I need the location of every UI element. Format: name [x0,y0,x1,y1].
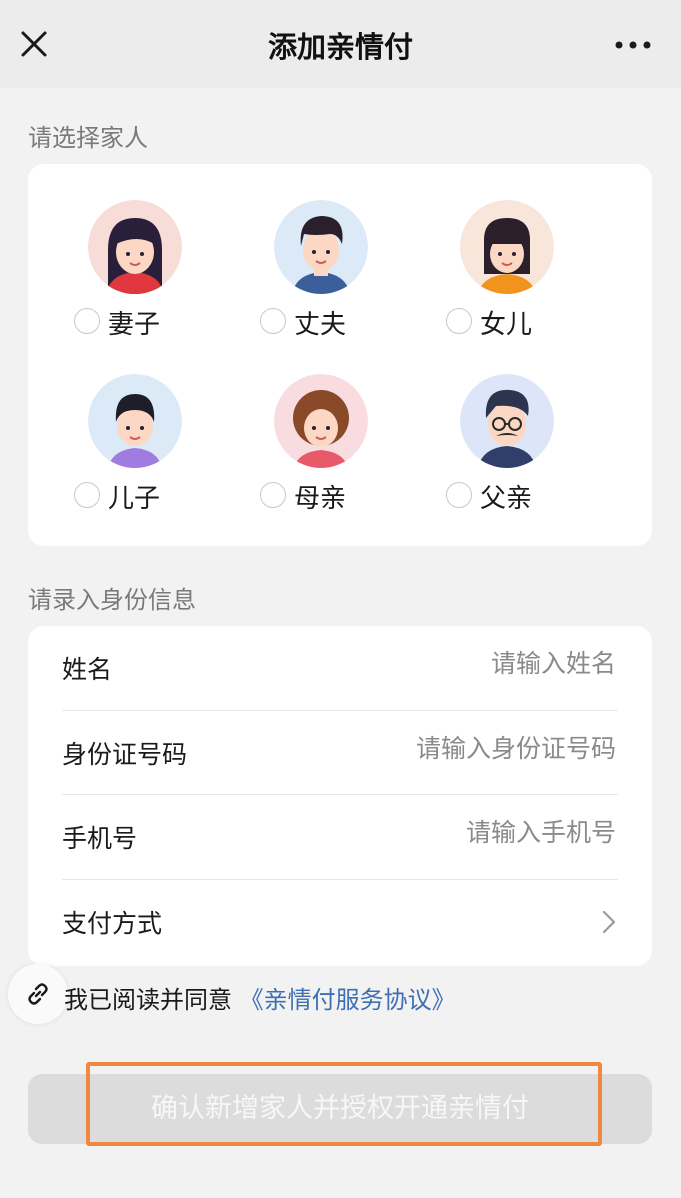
name-label: 姓名 [62,655,113,684]
more-icon[interactable] [613,30,653,60]
phone-row: 手机号 [62,795,618,879]
father-avatar-icon [460,374,554,468]
daughter-avatar-icon [460,200,554,294]
link-button[interactable] [8,964,68,1024]
member-name-daughter: 女儿 [480,310,533,340]
family-member-father[interactable]: 父亲 [412,374,602,534]
name-input[interactable] [314,648,618,679]
identity-card: 姓名 身份证号码 手机号 支付方式 [28,626,652,966]
page-title: 添加亲情付 [267,30,413,64]
phone-label: 手机号 [62,824,138,853]
id-number-label: 身份证号码 [62,740,188,769]
family-member-son[interactable]: 儿子 [40,374,230,534]
agreement-prefix: 我已阅读并同意 [64,986,232,1014]
family-member-husband[interactable]: 丈夫 [226,200,416,360]
confirm-add-family-button[interactable]: 确认新增家人并授权开通亲情付 [28,1074,652,1144]
member-name-son: 儿子 [108,484,161,514]
son-avatar-icon [88,374,182,468]
radio-mother[interactable] [260,482,286,508]
radio-husband[interactable] [260,308,286,334]
nav-bar: 添加亲情付 [0,0,681,88]
wife-avatar-icon [88,200,182,294]
radio-wife[interactable] [74,308,100,334]
member-name-husband: 丈夫 [294,310,347,340]
radio-son[interactable] [74,482,100,508]
radio-daughter[interactable] [446,308,472,334]
mother-avatar-icon [274,374,368,468]
id-number-input[interactable] [314,733,618,764]
member-name-wife: 妻子 [108,310,161,340]
service-agreement-link[interactable]: 《亲情付服务协议》 [240,986,456,1014]
family-member-daughter[interactable]: 女儿 [412,200,602,360]
identity-section-label: 请录入身份信息 [28,586,196,614]
member-name-father: 父亲 [480,484,533,514]
chevron-right-icon [602,910,616,934]
husband-avatar-icon [274,200,368,294]
family-card: 妻子 丈夫 女儿 儿子 母亲 父亲 [28,164,652,546]
phone-input[interactable] [314,817,618,848]
family-member-wife[interactable]: 妻子 [40,200,230,360]
family-member-mother[interactable]: 母亲 [226,374,416,534]
family-section-label: 请选择家人 [28,124,148,152]
payment-method-row[interactable]: 支付方式 [62,880,618,964]
radio-father[interactable] [446,482,472,508]
member-name-mother: 母亲 [294,484,347,514]
agreement-text: 我已阅读并同意 《亲情付服务协议》 [64,980,456,1015]
name-row: 姓名 [62,626,618,710]
link-icon [28,983,48,1005]
id-number-row: 身份证号码 [62,711,618,795]
payment-method-label: 支付方式 [62,909,163,938]
